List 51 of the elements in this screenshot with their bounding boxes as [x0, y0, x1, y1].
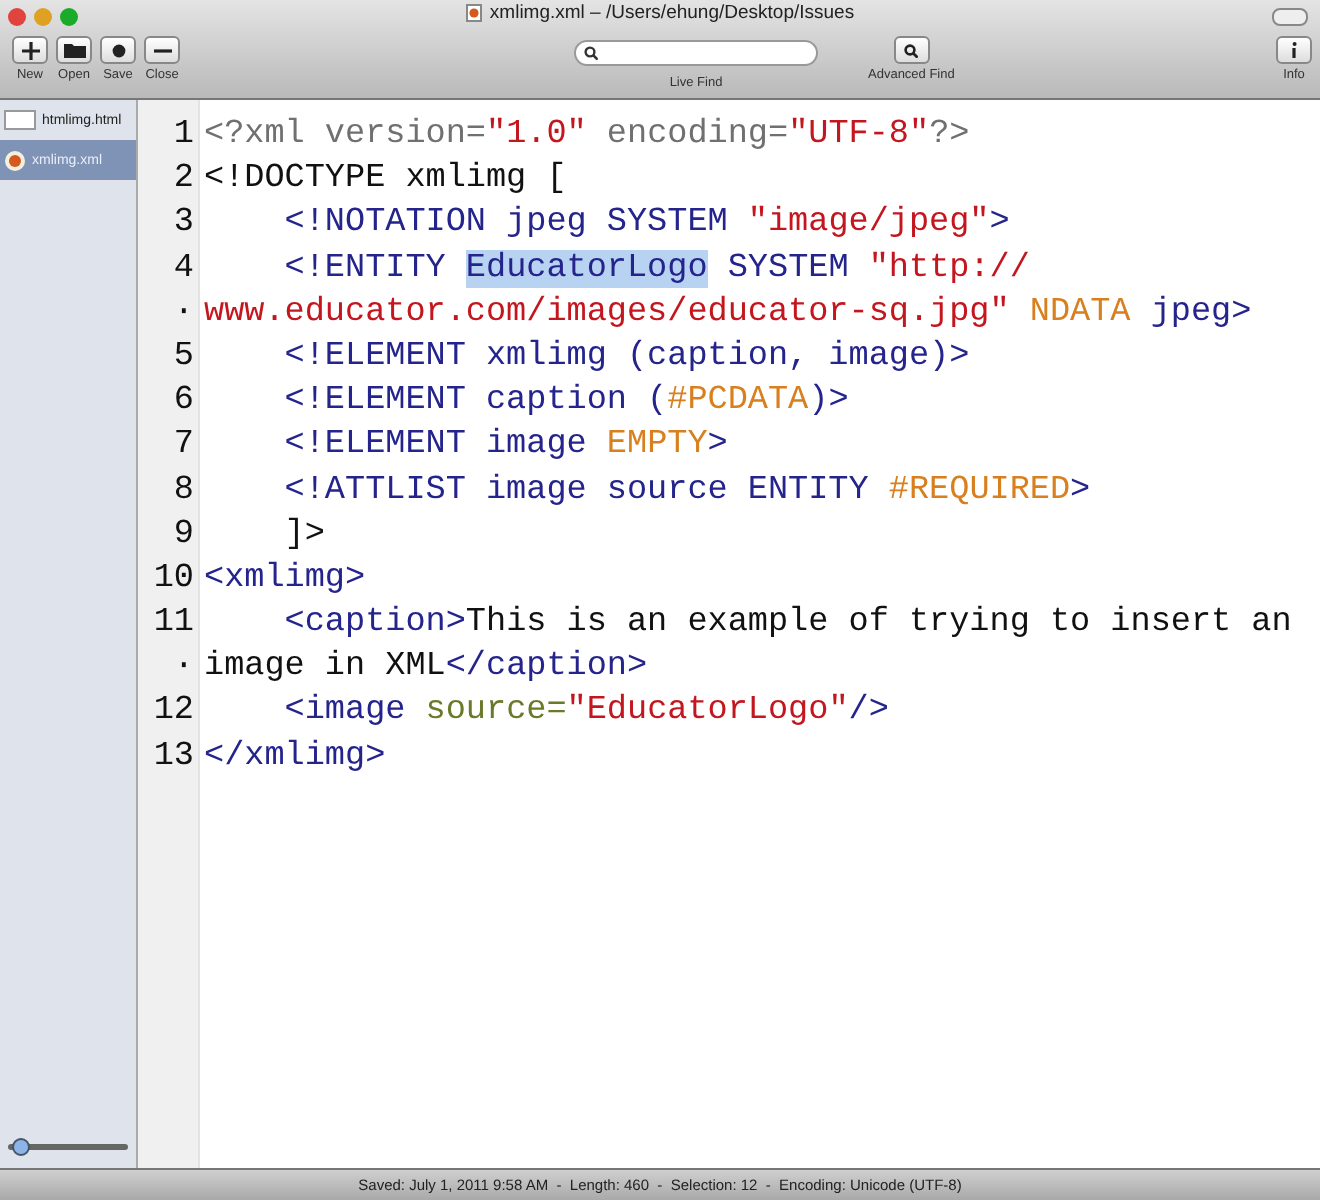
search-field[interactable]	[574, 40, 818, 66]
toolbar-button[interactable]	[12, 36, 48, 64]
toolbar-button[interactable]	[100, 36, 136, 64]
info-button[interactable]	[1276, 36, 1312, 64]
line-number: 3	[171, 202, 196, 247]
code-line: <xmlimg>	[204, 557, 368, 602]
line-number: 13	[151, 735, 196, 780]
code-line: <!NOTATION jpeg SYSTEM "image/jpeg">	[282, 202, 1012, 247]
line-number: 5	[171, 335, 196, 380]
line-number: 2	[171, 158, 196, 203]
window-title: xmlimg.xml – /Users/ehung/Desktop/Issues	[489, 2, 855, 24]
line-number: ·	[171, 646, 196, 691]
line-number: 7	[171, 424, 196, 469]
search-icon	[904, 43, 919, 57]
search-icon	[584, 46, 598, 60]
code-line: <?xml version="1.0" encoding="UTF-8"?>	[204, 114, 972, 158]
code-line: <!ENTITY EducatorLogo SYSTEM "http://	[282, 247, 1032, 292]
line-number: 4	[171, 247, 196, 292]
toolbar-button[interactable]	[56, 36, 92, 64]
line-number: 10	[151, 557, 196, 602]
line-number: 6	[171, 380, 196, 425]
document-icon	[4, 110, 36, 130]
folder-icon	[63, 42, 85, 58]
code-line: www.educator.com/images/educator-sq.jpg" NDATA jpeg>	[204, 291, 1254, 336]
code-line: <caption>This is an example of trying to insert an	[282, 602, 1292, 647]
info-icon	[1290, 42, 1298, 58]
plus-icon	[21, 41, 39, 59]
code-line: </xmlimg>	[204, 735, 388, 780]
toolbar-button[interactable]	[144, 36, 180, 64]
line-number: 11	[151, 602, 196, 647]
line-number: 1	[171, 114, 196, 158]
toolbar-toggle-button[interactable]	[1272, 8, 1308, 26]
document-icon	[465, 4, 482, 22]
slider-thumb[interactable]	[12, 1137, 31, 1155]
dot-icon	[111, 43, 125, 57]
code-line: image in XML</caption>	[204, 646, 650, 691]
minus-icon	[153, 47, 171, 53]
code-line: <!ELEMENT xmlimg (caption, image)>	[282, 335, 972, 380]
code-line: <image source="EducatorLogo"/>	[282, 690, 891, 735]
code-line: <!ELEMENT caption (#PCDATA)>	[282, 380, 851, 425]
line-number: 12	[151, 690, 196, 735]
zoom-slider[interactable]	[8, 1143, 128, 1149]
code-line: ]>	[282, 513, 327, 558]
code-line: <!DOCTYPE xmlimg [	[204, 158, 569, 203]
line-number: 8	[171, 469, 196, 513]
advanced-find-button[interactable]	[893, 36, 930, 64]
code-line: <!ELEMENT image EMPTY>	[282, 424, 730, 469]
document-icon	[4, 149, 26, 171]
line-number: 9	[171, 513, 196, 558]
code-line: <!ATTLIST image source ENTITY #REQUIRED>	[282, 469, 1093, 513]
line-number: ·	[171, 291, 196, 336]
